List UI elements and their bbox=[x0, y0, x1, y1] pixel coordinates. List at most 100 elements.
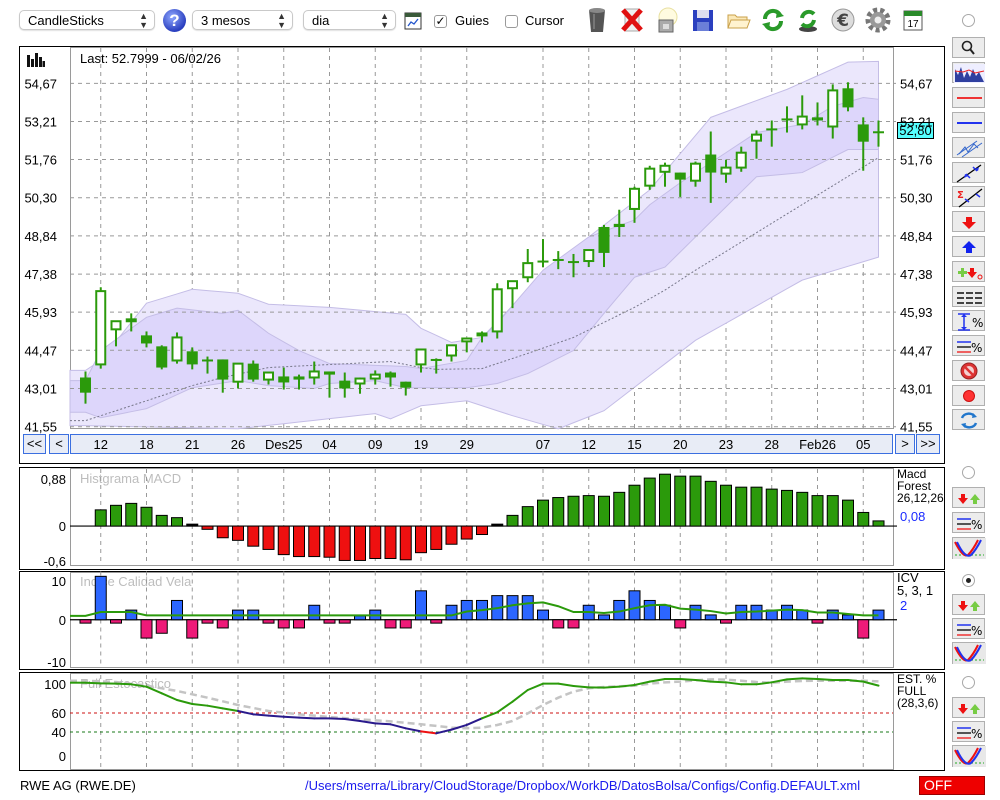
save-icon[interactable] bbox=[689, 6, 717, 34]
indicator-select-radio[interactable] bbox=[962, 574, 975, 587]
oscillator-button[interactable] bbox=[952, 537, 986, 559]
chart-window-icon[interactable] bbox=[404, 12, 422, 30]
euro-icon[interactable]: € bbox=[829, 6, 857, 34]
oscillator-button[interactable] bbox=[952, 745, 986, 767]
folder-icon[interactable] bbox=[724, 6, 752, 34]
help-icon[interactable]: ? bbox=[163, 9, 186, 32]
last-price-label: Last: 52.7999 - 06/02/26 bbox=[80, 51, 221, 66]
percent-lines-icon: % bbox=[957, 518, 982, 532]
nav-first-button[interactable]: << bbox=[23, 434, 46, 454]
help-glyph: ? bbox=[169, 11, 180, 30]
calendar-day: 17 bbox=[907, 19, 919, 30]
refresh-icon[interactable] bbox=[759, 6, 787, 34]
percent-lines-button[interactable]: % bbox=[952, 721, 985, 742]
stochastic-plot-area[interactable] bbox=[70, 673, 894, 770]
chart-type-select[interactable]: CandleSticks ▲ ▼ bbox=[19, 10, 155, 30]
percent-range-icon: % bbox=[958, 313, 983, 331]
red-line-button[interactable] bbox=[952, 87, 985, 108]
chart-thumbnail-icon bbox=[954, 64, 985, 83]
oscillator-icon bbox=[953, 538, 986, 559]
percent-lines-button[interactable]: % bbox=[952, 618, 985, 639]
legend-line: 26,12,26 bbox=[897, 491, 944, 505]
nav-last-label: >> bbox=[920, 436, 936, 451]
zoom-icon bbox=[961, 40, 975, 55]
sigma-lines-button[interactable]: Σ bbox=[952, 186, 985, 208]
svg-text:€: € bbox=[836, 11, 849, 31]
percent-range-button[interactable]: % bbox=[952, 310, 985, 331]
oscillator-icon bbox=[953, 746, 986, 767]
add-signal-icon bbox=[958, 268, 983, 280]
period-select[interactable]: 3 mesos ▲ ▼ bbox=[192, 10, 293, 30]
trend-lines-button[interactable] bbox=[952, 162, 985, 183]
buy-sell-arrows-icon bbox=[958, 494, 980, 504]
period-value: 3 mesos bbox=[201, 13, 251, 28]
record-icon bbox=[963, 390, 975, 402]
buy-sell-arrows-button[interactable] bbox=[952, 487, 985, 508]
record-button[interactable] bbox=[952, 385, 985, 406]
blue-line-button[interactable] bbox=[952, 112, 985, 133]
nav-next-button[interactable]: > bbox=[895, 434, 915, 454]
stop-button[interactable] bbox=[952, 360, 985, 381]
svg-text:%: % bbox=[971, 518, 982, 532]
indicator-select-radio[interactable] bbox=[962, 676, 975, 689]
legend-line: 5, 3, 1 bbox=[897, 583, 934, 598]
buy-sell-arrows-button[interactable] bbox=[952, 594, 985, 615]
grid-lines-icon bbox=[957, 292, 982, 304]
sigma-lines-icon: Σ bbox=[957, 188, 983, 208]
buy-sell-arrows-button[interactable] bbox=[952, 697, 985, 718]
zoom-button[interactable] bbox=[952, 37, 985, 58]
blue-line-icon bbox=[957, 122, 982, 124]
icv-title: Indice Calidad Vela bbox=[80, 574, 192, 589]
date-axis-scrollbar[interactable] bbox=[70, 434, 893, 454]
interval-select[interactable]: dia ▲ ▼ bbox=[303, 10, 396, 30]
percent-lines-icon: % bbox=[957, 624, 982, 638]
cursor-checkbox[interactable] bbox=[505, 15, 518, 28]
mode-off-toggle[interactable]: OFF bbox=[919, 776, 985, 795]
sync-icon[interactable] bbox=[794, 6, 822, 34]
macd-value: 0,08 bbox=[900, 509, 926, 524]
macd-plot-area[interactable] bbox=[70, 468, 894, 566]
stochastic-legend: EST. % FULL (28,3,6) bbox=[897, 673, 938, 709]
icv-plot-area[interactable] bbox=[70, 572, 894, 668]
current-price-value: 52,80 bbox=[899, 123, 932, 138]
percent-lines-icon: % bbox=[957, 727, 982, 741]
config-path-link[interactable]: /Users/mserra/Library/CloudStorage/Dropb… bbox=[305, 778, 860, 793]
nav-prev-label: < bbox=[55, 436, 63, 451]
red-line-icon bbox=[957, 97, 982, 99]
swap-button[interactable] bbox=[952, 409, 985, 430]
macd-title: Histgrama MACD bbox=[80, 471, 182, 486]
main-plot-area[interactable] bbox=[70, 47, 894, 429]
delete-icon[interactable] bbox=[618, 6, 646, 34]
buy-sell-arrows-icon bbox=[958, 601, 980, 611]
add-signal-button[interactable] bbox=[952, 261, 985, 282]
buy-arrow-button[interactable] bbox=[952, 236, 985, 257]
guides-label: Guies bbox=[455, 13, 489, 28]
indicator-select-radio[interactable] bbox=[962, 466, 975, 479]
chart-type-value: CandleSticks bbox=[28, 13, 104, 28]
chart-thumbnail-button[interactable] bbox=[952, 62, 985, 83]
svg-text:%: % bbox=[971, 727, 982, 741]
guides-checkbox[interactable]: ✓ bbox=[434, 15, 447, 28]
nav-prev-button[interactable]: < bbox=[49, 434, 69, 454]
mode-label: OFF bbox=[924, 777, 952, 793]
instrument-label: RWE AG (RWE.DE) bbox=[20, 778, 136, 793]
channel-icon bbox=[956, 140, 983, 158]
calendar-icon[interactable]: 17 bbox=[899, 6, 927, 34]
nav-first-label: << bbox=[26, 436, 43, 451]
percent-lines-button[interactable]: % bbox=[952, 512, 985, 533]
percent-lines-button[interactable]: % bbox=[952, 335, 985, 356]
grid-lines-button[interactable] bbox=[952, 286, 985, 307]
trash-icon[interactable] bbox=[583, 6, 611, 34]
bar-chart-icon[interactable] bbox=[27, 51, 45, 67]
oscillator-button[interactable] bbox=[952, 642, 986, 664]
macd-legend: Macd Forest 26,12,26 bbox=[897, 468, 944, 504]
svg-text:%: % bbox=[971, 341, 982, 355]
gear-icon[interactable] bbox=[864, 6, 892, 34]
svg-text:Σ: Σ bbox=[957, 190, 964, 201]
nav-last-button[interactable]: >> bbox=[916, 434, 940, 454]
main-chart-radio[interactable] bbox=[962, 14, 975, 27]
sell-arrow-button[interactable] bbox=[952, 211, 985, 232]
channel-button[interactable] bbox=[952, 137, 985, 158]
percent-lines-icon: % bbox=[957, 341, 982, 355]
lamp-icon[interactable] bbox=[653, 6, 681, 34]
